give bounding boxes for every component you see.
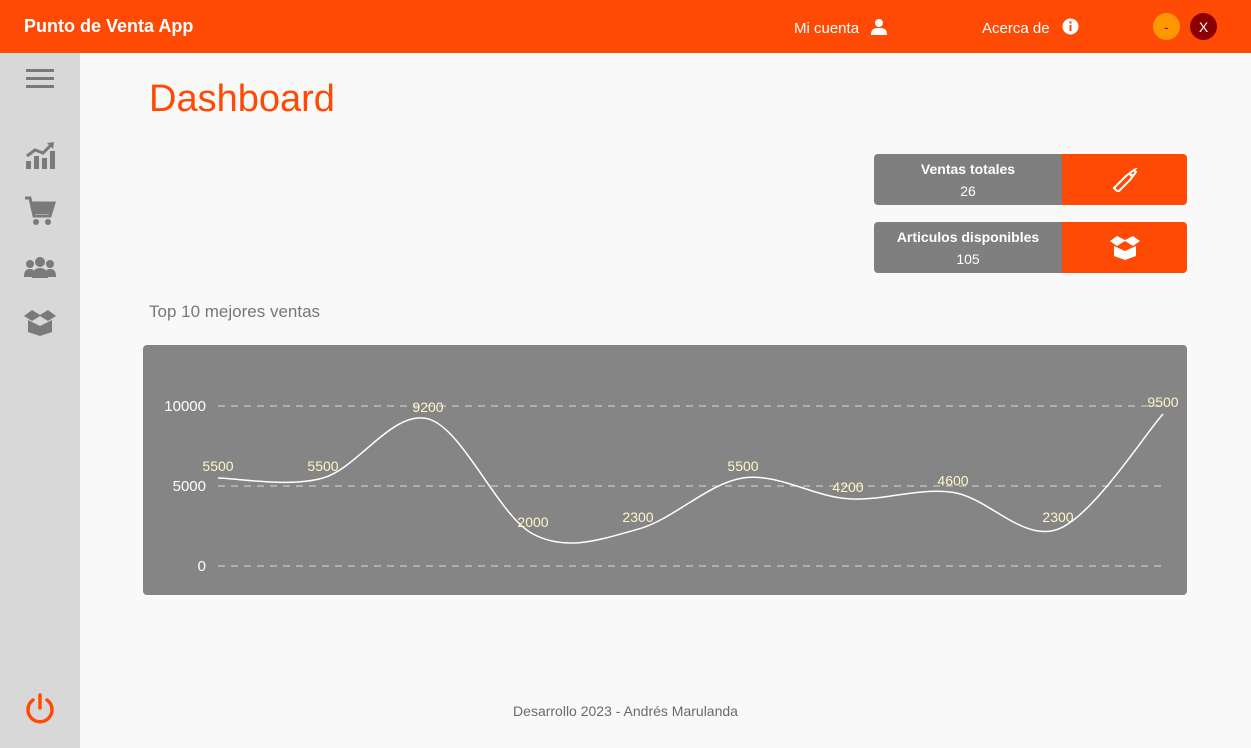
users-icon[interactable] [22, 250, 58, 286]
data-label: 2300 [622, 509, 653, 525]
available-items-label: Articulos disponibles [896, 229, 1040, 245]
box-icon[interactable] [22, 305, 58, 341]
tag-icon [1062, 154, 1187, 205]
menu-icon[interactable] [22, 61, 58, 97]
available-items-card: Articulos disponibles 105 [874, 222, 1187, 273]
total-sales-card: Ventas totales 26 [874, 154, 1187, 205]
app-title: Punto de Venta App [24, 16, 194, 36]
info-icon [1062, 18, 1079, 39]
about-button[interactable]: Acerca de [982, 18, 1079, 39]
my-account-button[interactable]: Mi cuenta [794, 18, 888, 39]
chart-canvas: 0 5000 10000 5500 5500 9200 2000 2300 5500 4200 46… [164, 394, 1178, 575]
data-label: 2000 [517, 514, 548, 530]
my-account-label: Mi cuenta [794, 20, 860, 37]
data-label: 5500 [727, 458, 758, 474]
footer-text: Desarrollo 2023 - Andrés Marulanda [513, 703, 738, 719]
data-label: 2300 [1042, 509, 1073, 525]
y-tick-label: 0 [198, 558, 206, 575]
total-sales-label: Ventas totales [920, 161, 1016, 177]
user-icon [871, 18, 888, 39]
y-tick-label: 5000 [173, 478, 206, 495]
page-title: Dashboard [149, 78, 335, 120]
about-label: Acerca de [982, 20, 1050, 37]
open-box-icon [1062, 222, 1187, 273]
series-line [217, 413, 1164, 544]
y-tick-label: 10000 [164, 398, 206, 415]
data-label: 9500 [1147, 394, 1178, 410]
sidebar [0, 53, 80, 748]
data-label: 5500 [202, 458, 233, 474]
minimize-button[interactable]: - [1153, 13, 1180, 40]
title-bar: Punto de Venta App Mi cuenta Acerca de -… [0, 0, 1251, 53]
cart-icon[interactable] [22, 193, 58, 229]
sales-chart-icon[interactable] [22, 137, 58, 173]
close-button[interactable]: X [1190, 13, 1217, 40]
total-sales-value: 26 [960, 183, 976, 199]
data-label: 4200 [832, 479, 863, 495]
data-label: 9200 [412, 399, 443, 415]
data-label: 4600 [937, 472, 968, 488]
sales-chart: 0 5000 10000 5500 5500 9200 2000 2300 5500 4200 46… [143, 345, 1187, 595]
chart-title: Top 10 mejores ventas [149, 302, 321, 321]
data-label: 5500 [307, 458, 338, 474]
available-items-value: 105 [956, 251, 980, 267]
